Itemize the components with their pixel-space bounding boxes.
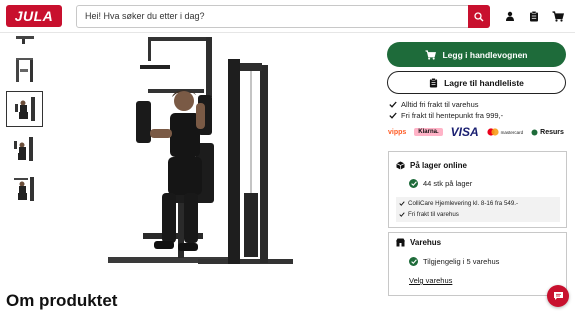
resurs-text: Resurs [540, 128, 564, 136]
clipboard-icon [429, 77, 438, 87]
usp-item: Alltid fri frakt til varehus [389, 100, 479, 109]
shopping-list-button[interactable] [527, 9, 541, 23]
vipps-logo: vipps [388, 128, 407, 136]
check-circle-icon [409, 179, 418, 188]
usp-text: Fri frakt til hentepunkt fra 999,- [401, 111, 504, 120]
online-stock-text: 44 stk på lager [423, 179, 473, 188]
search-button[interactable] [468, 5, 490, 28]
search-bar[interactable]: Hei! Hva søker du etter i dag? [76, 5, 490, 28]
store-title-text: Varehus [410, 238, 442, 247]
save-to-list-button[interactable]: Lagre til handleliste [387, 71, 566, 94]
store-availability: Tilgjengelig i 5 varehus [409, 257, 499, 266]
thumbnail-2[interactable] [6, 52, 43, 88]
box-icon [396, 161, 405, 170]
chat-button[interactable] [547, 285, 569, 307]
shipping-options: ColliCare Hjemlevering kl. 8-16 fra 549.… [396, 197, 560, 222]
shipping-option-text: Fri frakt til varehus [408, 211, 459, 218]
checkmark-icon [399, 212, 405, 217]
online-stock-status: 44 stk på lager [409, 179, 472, 188]
thumbnail-1[interactable] [6, 33, 43, 45]
cart-button[interactable] [551, 9, 565, 23]
thumbnail-4[interactable] [6, 131, 43, 167]
logo-text: JULA [14, 8, 54, 24]
site-header: JULA Hei! Hva søker du etter i dag? [0, 0, 575, 33]
search-icon [474, 11, 484, 21]
usp-text: Alltid fri frakt til varehus [401, 100, 479, 109]
store-icon [396, 238, 405, 247]
add-to-cart-button[interactable]: Legg i handlevognen [387, 42, 566, 67]
shipping-option-text: ColliCare Hjemlevering kl. 8-16 fra 549.… [408, 200, 519, 207]
visa-logo: VISA [450, 125, 479, 139]
checkmark-icon [399, 201, 405, 206]
store-availability-text: Tilgjengelig i 5 varehus [423, 257, 500, 266]
checkmark-icon [389, 101, 397, 108]
product-main-image[interactable] [88, 33, 296, 273]
cart-icon [425, 49, 437, 60]
resurs-logo: Resurs [531, 129, 564, 136]
search-input[interactable]: Hei! Hva søker du etter i dag? [85, 11, 205, 21]
online-stock-title-text: På lager online [410, 161, 467, 170]
klarna-logo: Klarna. [414, 128, 443, 136]
thumbnail-5[interactable] [6, 171, 43, 207]
mastercard-icon [487, 128, 499, 136]
check-circle-icon [409, 257, 418, 266]
resurs-icon [531, 129, 538, 135]
mastercard-text: mastercard [500, 129, 524, 135]
online-stock-title: På lager online [396, 161, 467, 170]
save-to-list-label: Lagre til handleliste [444, 77, 524, 88]
clipboard-icon [530, 10, 538, 21]
mastercard-logo: mastercard [487, 128, 524, 136]
account-button[interactable] [503, 9, 517, 23]
store-title: Varehus [396, 238, 441, 247]
section-heading: Om produktet [6, 291, 118, 310]
chat-icon [553, 292, 563, 300]
payment-methods: vipps Klarna. VISA mastercard Resurs [388, 125, 564, 139]
checkmark-icon [389, 112, 397, 119]
thumbnail-3[interactable] [6, 91, 43, 127]
jula-logo[interactable]: JULA [6, 5, 62, 27]
add-to-cart-label: Legg i handlevognen [442, 49, 528, 60]
shipping-option: ColliCare Hjemlevering kl. 8-16 fra 549.… [399, 200, 518, 207]
choose-store-link[interactable]: Velg varehus [409, 276, 452, 285]
user-icon [506, 11, 514, 21]
shipping-option: Fri frakt til varehus [399, 211, 459, 218]
usp-item: Fri frakt til hentepunkt fra 999,- [389, 111, 503, 120]
cart-icon [552, 10, 564, 22]
